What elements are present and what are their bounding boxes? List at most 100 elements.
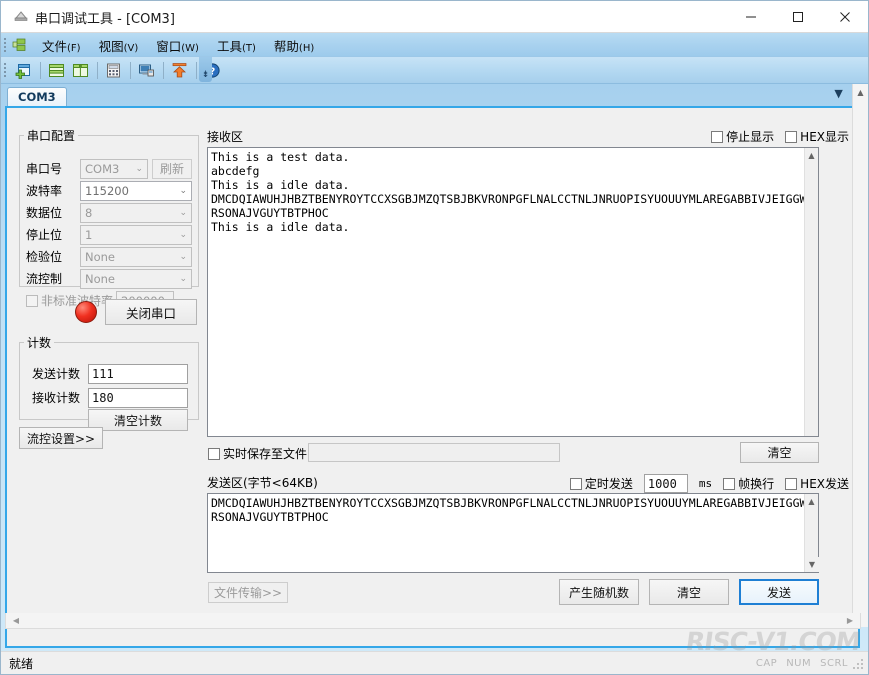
port-select[interactable]: COM3 ⌄ [80,158,148,179]
connection-status-led [75,301,97,323]
title-bar: 串口调试工具 - [COM3] [1,1,868,33]
save-to-file-checkbox[interactable]: 实时保存至文件 [208,445,307,462]
scroll-down-icon[interactable]: ▼ [805,557,819,572]
menu-bar: 文件(F) 视图(V) 窗口(W) 工具(T) 帮助(H) [1,33,868,57]
tile-vertical-button[interactable] [69,60,92,82]
baud-row: 波特率 115200 ⌄ [26,180,192,201]
receive-textarea[interactable]: This is a test data. abcdefg This is a i… [207,147,819,437]
hex-display-label: HEX显示 [800,130,849,144]
checkbox-box [711,130,724,143]
interval-unit-label: ms [698,477,713,490]
send-button[interactable]: 发送 [739,579,819,605]
hex-send-checkbox[interactable]: HEX发送 [785,475,849,492]
baud-select-value: 115200 [85,183,129,198]
new-window-button[interactable] [12,60,35,82]
toolbar-buttons: ? [12,59,225,82]
maximize-button[interactable] [774,1,821,32]
mdi-horizontal-scrollbar[interactable]: ◀ ▶ [5,613,861,629]
scroll-up-icon[interactable]: ▲ [805,148,818,163]
tx-count-field[interactable]: 111 [88,363,188,384]
port-select-value: COM3 [85,161,120,176]
save-path-field[interactable] [308,443,560,462]
menu-window[interactable]: 窗口(W) [147,34,208,57]
flowctrl-select[interactable]: None ⌄ [80,268,192,289]
checkbox-box [723,477,736,490]
mdi-vertical-scrollbar[interactable]: ▲ [852,84,868,627]
toolbar-separator [196,62,197,79]
clear-counters-button[interactable]: 清空计数 [88,409,188,431]
window-title: 串口调试工具 - [COM3] [35,12,175,27]
close-button[interactable] [821,1,868,32]
application-window: 串口调试工具 - [COM3] 文件(F) 视图(V) 窗口(W) 工具(T) … [0,0,869,675]
menu-view-accel: (V) [123,42,139,54]
scroll-up-icon[interactable]: ▲ [805,494,818,509]
clear-receive-button[interactable]: 清空 [740,442,819,463]
frame-newline-label: 帧换行 [738,477,775,491]
scroll-left-icon[interactable]: ◀ [8,613,24,627]
clear-send-button[interactable]: 清空 [649,579,729,605]
send-interval-field[interactable]: 1000 [643,474,688,493]
stop-display-checkbox[interactable]: 停止显示 [711,128,774,145]
baud-select[interactable]: 115200 ⌄ [80,180,192,201]
menu-tools-label: 工具 [216,38,242,54]
calculator-button[interactable] [102,60,125,82]
refresh-ports-button[interactable]: 刷新 [152,158,192,179]
databits-select[interactable]: 8 ⌄ [80,202,192,223]
menu-help[interactable]: 帮助(H) [265,34,323,57]
parity-select[interactable]: None ⌄ [80,246,192,267]
flowctrl-select-value: None [85,271,116,286]
toolbar-drag-grip[interactable] [4,63,7,77]
file-transfer-button[interactable]: 文件传输>> [208,582,288,603]
status-bar: 就绪 CAP NUM SCRL [1,651,868,674]
checkbox-box [569,477,582,490]
toolbar: ? ⇟ [1,57,868,84]
timed-send-checkbox[interactable]: 定时发送 [569,475,633,492]
tab-com3[interactable]: COM3 [7,87,67,106]
menu-view[interactable]: 视图(V) [90,34,148,57]
chevron-down-icon: ⌄ [179,273,187,284]
receive-options: 停止显示 HEX显示 [711,128,849,145]
toolbar-separator [40,62,41,79]
close-port-button[interactable]: 关闭串口 [105,299,197,325]
send-scrollbar[interactable]: ▲ ▼ [804,494,819,572]
timed-send-label: 定时发送 [584,477,633,491]
tx-count-row: 发送计数 111 [26,363,188,384]
send-textarea[interactable]: DMCDQIAWUHJHBZTBENYROYTCCXSGBJMZQTSBJBKV… [207,493,819,573]
stopbits-row: 停止位 1 ⌄ [26,224,192,245]
menu-file[interactable]: 文件(F) [33,34,90,57]
menu-file-label: 文件 [42,38,68,54]
random-data-button[interactable]: 产生随机数 [559,579,639,605]
toolbar-overflow-button[interactable]: ⇟ [199,57,212,82]
tile-horizontal-button[interactable] [45,60,68,82]
hex-display-checkbox[interactable]: HEX显示 [785,128,849,145]
parity-row: 检验位 None ⌄ [26,246,192,267]
scroll-right-icon[interactable]: ▶ [842,613,858,627]
scroll-lock-indicator: SCRL [820,657,848,669]
parity-label: 检验位 [26,250,63,264]
checkbox-box [785,477,798,490]
monitor-button[interactable] [135,60,158,82]
save-to-file-label: 实时保存至文件 [223,447,308,461]
toolbar-separator [97,62,98,79]
mdi-child-body: 串口配置 串口号 COM3 ⌄ 刷新 波特率 115200 ⌄ 数据位 8 ⌄ … [7,108,858,646]
custom-baud-checkbox[interactable]: 非标准波特率 [26,292,113,309]
frame-newline-checkbox[interactable]: 帧换行 [723,475,774,492]
upload-button[interactable] [168,60,191,82]
receive-scrollbar[interactable]: ▲ [804,148,818,436]
mdi-client-area: COM3 ▼ ✕ – ❐ ✕ 串口配置 [1,84,868,651]
rx-count-field[interactable]: 180 [88,387,188,408]
flowctrl-row: 流控制 None ⌄ [26,268,192,289]
tab-list-dropdown-icon[interactable]: ▼ [834,87,842,100]
scroll-up-icon[interactable]: ▲ [853,84,868,100]
app-icon [13,10,29,24]
flow-settings-button[interactable]: 流控设置>> [19,427,103,449]
menu-tools[interactable]: 工具(T) [208,34,265,57]
stopbits-select[interactable]: 1 ⌄ [80,224,192,245]
menu-app-icon [12,38,27,52]
menu-drag-grip[interactable] [4,38,7,52]
menu-tools-accel: (T) [241,42,256,54]
resize-grip[interactable] [853,659,865,671]
chevron-down-icon: ⌄ [179,207,187,218]
minimize-button[interactable] [727,1,774,32]
menu-view-label: 视图 [98,38,124,54]
